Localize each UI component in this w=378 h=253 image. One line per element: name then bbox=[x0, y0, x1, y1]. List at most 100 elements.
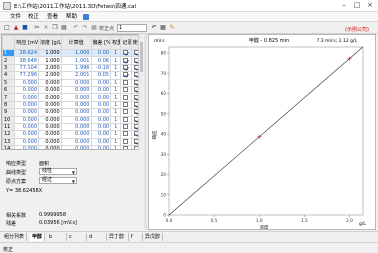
cell-record[interactable] bbox=[120, 63, 132, 73]
column-header-weight[interactable]: 权重 bbox=[110, 35, 122, 50]
curve-type-dropdown[interactable]: 线性 ▼ bbox=[39, 168, 77, 175]
cell-record[interactable] bbox=[120, 122, 132, 132]
table-row[interactable]: 1 38.624 1.000 1.000 0.00 1 bbox=[2, 48, 142, 58]
cell-record[interactable] bbox=[120, 56, 132, 65]
table-row[interactable]: 14 0.000 0.000 0.000 0.00 1 bbox=[2, 145, 142, 149]
record-checkbox[interactable] bbox=[123, 124, 129, 130]
chevron-down-icon: ▼ bbox=[71, 170, 75, 175]
cell-weight: 1 bbox=[110, 137, 122, 147]
tab-isoamyl-alcohol[interactable]: 异戊醇 bbox=[143, 233, 164, 241]
order-field[interactable]: 1 bbox=[117, 24, 147, 32]
tab-component-list[interactable]: 组分列表 bbox=[2, 233, 28, 241]
record-checkbox[interactable] bbox=[123, 80, 129, 85]
toolbar: □ ▲ ■ ✂ ✕ ❐ ▤ ↶ ↷ ▦ 校正点 1 ↶ ▦ ✎ (示例公司) bbox=[0, 22, 378, 34]
x-axis-title: 浓度 bbox=[260, 224, 269, 229]
table-row[interactable]: 9 0.000 0.000 0.000 0.00 1 bbox=[2, 108, 142, 117]
column-header-response[interactable]: 响应 [mV.s] bbox=[14, 35, 40, 50]
cell-record[interactable] bbox=[120, 48, 132, 58]
scrollbar-thumb[interactable] bbox=[139, 42, 143, 72]
menu-file[interactable]: 文件 bbox=[8, 13, 23, 21]
table-row[interactable]: 2 38.648 1.000 1.001 0.06 1 bbox=[2, 56, 142, 65]
column-header-deviation[interactable]: 偏差 [%] bbox=[90, 35, 112, 50]
row-index: 8 bbox=[2, 100, 16, 110]
tab-b[interactable]: b bbox=[47, 233, 67, 241]
column-header-concentration[interactable]: 浓度 [g/L] bbox=[38, 35, 62, 50]
cell-record[interactable] bbox=[120, 115, 132, 124]
record-checkbox[interactable] bbox=[123, 87, 129, 93]
cell-record[interactable] bbox=[120, 145, 132, 149]
redo-icon[interactable]: ↷ bbox=[81, 24, 89, 32]
cell-calculated: 0.000 bbox=[60, 145, 92, 149]
open-icon[interactable]: ▲ bbox=[12, 24, 20, 32]
record-checkbox[interactable] bbox=[123, 109, 129, 115]
cell-concentration: 0.000 bbox=[38, 85, 62, 95]
cell-record[interactable] bbox=[120, 93, 132, 102]
new-icon[interactable]: □ bbox=[3, 24, 11, 32]
record-checkbox[interactable] bbox=[123, 131, 129, 137]
table-row[interactable]: 10 0.000 0.000 0.000 0.00 1 bbox=[2, 115, 142, 124]
status-text: 校正 bbox=[3, 247, 14, 253]
table-row[interactable]: 11 0.000 0.000 0.000 0.00 1 bbox=[2, 122, 142, 132]
cell-calculated: 1.001 bbox=[60, 56, 92, 65]
menu-calibration[interactable]: 校正 bbox=[26, 13, 41, 21]
table-icon[interactable]: ▦ bbox=[90, 24, 98, 32]
menu-help[interactable]: 帮助 bbox=[64, 13, 79, 21]
record-checkbox[interactable] bbox=[123, 94, 129, 100]
cell-record[interactable] bbox=[120, 100, 132, 110]
record-checkbox[interactable] bbox=[123, 117, 129, 122]
component-tabs: 组分列表 甲醇 b c d 异丁醇 f 异戊醇 bbox=[0, 231, 378, 241]
table-row[interactable]: 3 77.104 2.000 1.996 -0.18 1 bbox=[2, 63, 142, 73]
undo-small-icon[interactable]: ↶ bbox=[150, 24, 158, 32]
table-row[interactable]: 12 0.000 0.000 0.000 0.00 1 bbox=[2, 130, 142, 139]
origin-dropdown[interactable]: 经过 ▼ bbox=[39, 177, 77, 184]
cell-record[interactable] bbox=[120, 108, 132, 117]
tab-c[interactable]: c bbox=[67, 233, 87, 241]
cell-calculated: 0.000 bbox=[60, 115, 92, 124]
record-checkbox[interactable] bbox=[123, 65, 129, 70]
tab-methanol[interactable]: 甲醇 bbox=[30, 233, 46, 241]
cut-icon[interactable]: ✂ bbox=[33, 24, 41, 32]
cell-record[interactable] bbox=[120, 71, 132, 80]
cell-record[interactable] bbox=[120, 137, 132, 147]
cell-response: 0.000 bbox=[14, 115, 40, 124]
grid-icon[interactable]: ▦ bbox=[159, 24, 167, 32]
record-checkbox[interactable] bbox=[123, 50, 129, 56]
cell-record[interactable] bbox=[120, 85, 132, 95]
table-row[interactable]: 6 0.000 0.000 0.000 0.00 1 bbox=[2, 85, 142, 95]
table-row[interactable]: 8 0.000 0.000 0.000 0.00 1 bbox=[2, 100, 142, 110]
record-checkbox[interactable] bbox=[123, 72, 129, 78]
record-checkbox[interactable] bbox=[123, 57, 129, 63]
tab-isobutanol[interactable]: 异丁醇 bbox=[107, 233, 129, 241]
close-button[interactable]: × bbox=[364, 1, 376, 10]
copy-icon[interactable]: ❐ bbox=[51, 24, 59, 32]
minimize-button[interactable]: – bbox=[338, 1, 350, 10]
delete-icon[interactable]: ✕ bbox=[42, 24, 50, 32]
record-checkbox[interactable] bbox=[123, 102, 129, 107]
column-header-record[interactable]: 记录 bbox=[120, 35, 132, 50]
paste-icon[interactable]: ▤ bbox=[60, 24, 68, 32]
table-row[interactable]: 5 0.000 0.000 0.000 0.00 1 bbox=[2, 78, 142, 87]
panel-splitter[interactable] bbox=[144, 34, 147, 230]
menu-view[interactable]: 查看 bbox=[45, 13, 60, 21]
column-header-index[interactable] bbox=[2, 35, 16, 50]
tab-d[interactable]: d bbox=[87, 233, 107, 241]
maximize-button[interactable]: □ bbox=[351, 1, 363, 10]
record-checkbox[interactable] bbox=[123, 146, 129, 149]
chevron-down-icon: ▼ bbox=[71, 179, 75, 184]
table-row[interactable]: 4 77.296 2.000 2.001 0.05 1 bbox=[2, 71, 142, 80]
cell-record[interactable] bbox=[120, 78, 132, 87]
table-row[interactable]: 13 0.000 0.000 0.000 0.00 1 bbox=[2, 137, 142, 147]
y-tick-label: 40 bbox=[161, 132, 167, 137]
table-row[interactable]: 7 0.000 0.000 0.000 0.00 1 bbox=[2, 93, 142, 102]
undo-icon[interactable]: ↶ bbox=[72, 24, 80, 32]
tab-f[interactable]: f bbox=[129, 233, 143, 241]
cell-weight: 1 bbox=[110, 122, 122, 132]
record-checkbox[interactable] bbox=[123, 139, 129, 144]
edit-icon[interactable]: ✎ bbox=[168, 24, 176, 32]
column-header-calculated[interactable]: 计算值 bbox=[60, 35, 92, 50]
cell-record[interactable] bbox=[120, 130, 132, 139]
save-icon[interactable]: ■ bbox=[21, 24, 29, 32]
table-scrollbar[interactable] bbox=[138, 34, 143, 150]
cell-response: 38.624 bbox=[14, 48, 40, 58]
menu-options-icon[interactable] bbox=[83, 14, 89, 20]
